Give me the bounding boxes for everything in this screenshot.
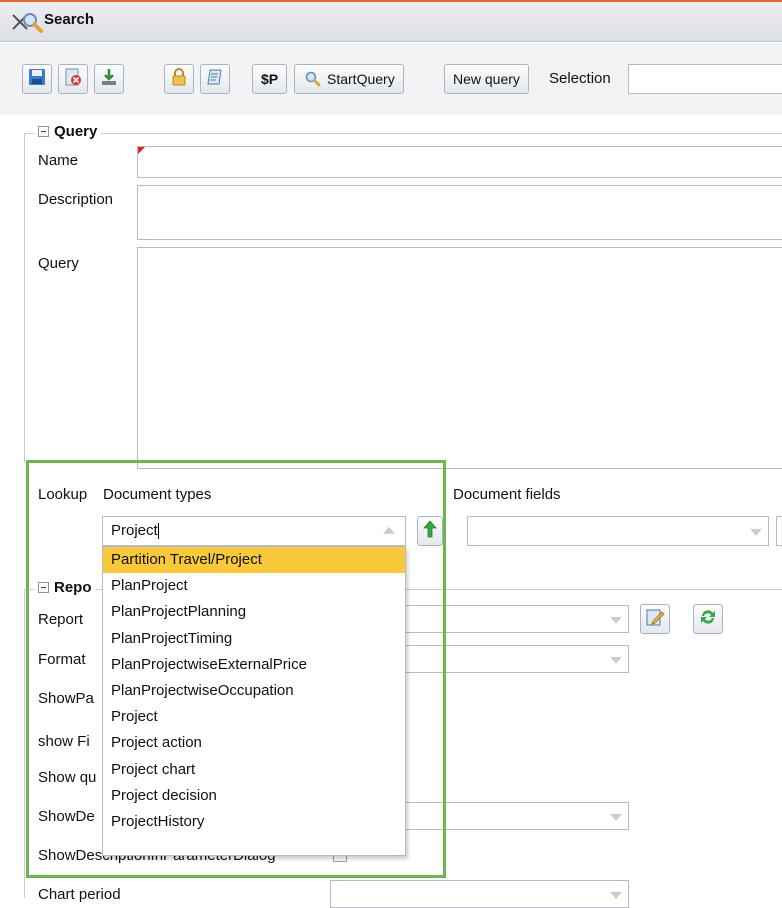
lock-icon <box>169 67 189 91</box>
lock-button[interactable] <box>164 64 194 94</box>
new-query-button[interactable]: New query <box>444 64 529 94</box>
query-fieldset-left-border <box>24 133 25 463</box>
search-icon <box>18 8 44 34</box>
refresh-icon <box>698 607 718 631</box>
document-fields-label: Document fields <box>453 486 561 503</box>
report-fieldset-left-border <box>24 589 25 898</box>
search-icon <box>303 69 321 90</box>
parameters-button[interactable]: $P <box>252 64 288 94</box>
collapse-icon[interactable] <box>38 126 49 137</box>
selection-input[interactable] <box>628 64 782 94</box>
chevron-down-icon[interactable] <box>610 813 622 821</box>
chevron-down-icon[interactable] <box>610 656 622 664</box>
download-button[interactable] <box>94 64 124 94</box>
edit-report-button[interactable] <box>640 604 670 634</box>
description-label: Description <box>38 191 114 208</box>
parameters-label: $P <box>261 71 279 87</box>
lookup-highlight-box <box>26 460 446 878</box>
refresh-report-button[interactable] <box>693 604 723 634</box>
document-fields-extra[interactable] <box>776 516 782 546</box>
download-icon <box>99 67 119 91</box>
edit-icon <box>645 607 665 631</box>
required-marker-icon <box>138 147 145 154</box>
description-field[interactable] <box>137 185 782 240</box>
chevron-down-icon[interactable] <box>750 528 762 536</box>
save-icon <box>27 67 47 91</box>
document-scroll-icon <box>205 67 225 91</box>
document-fields-combo[interactable] <box>467 516 769 546</box>
new-query-label: New query <box>453 71 520 87</box>
save-button[interactable] <box>22 64 52 94</box>
chevron-down-icon[interactable] <box>610 616 622 624</box>
name-label: Name <box>38 152 79 169</box>
query-fieldset-border <box>24 133 782 134</box>
start-query-button[interactable]: StartQuery <box>294 64 404 94</box>
name-field[interactable] <box>137 146 782 178</box>
chart-period-label: Chart period <box>38 886 121 903</box>
window-title: Search <box>44 11 95 28</box>
selection-label: Selection <box>549 70 611 87</box>
delete-document-icon <box>63 67 83 91</box>
query-label: Query <box>38 255 79 272</box>
start-query-label: StartQuery <box>327 71 395 87</box>
chart-period-combo[interactable] <box>330 880 629 908</box>
query-legend-text: Query <box>54 123 98 140</box>
delete-button[interactable] <box>58 64 88 94</box>
query-legend[interactable]: Query <box>34 123 102 140</box>
window-titlebar <box>0 0 782 42</box>
script-button[interactable] <box>200 64 230 94</box>
query-textarea[interactable] <box>137 247 782 469</box>
